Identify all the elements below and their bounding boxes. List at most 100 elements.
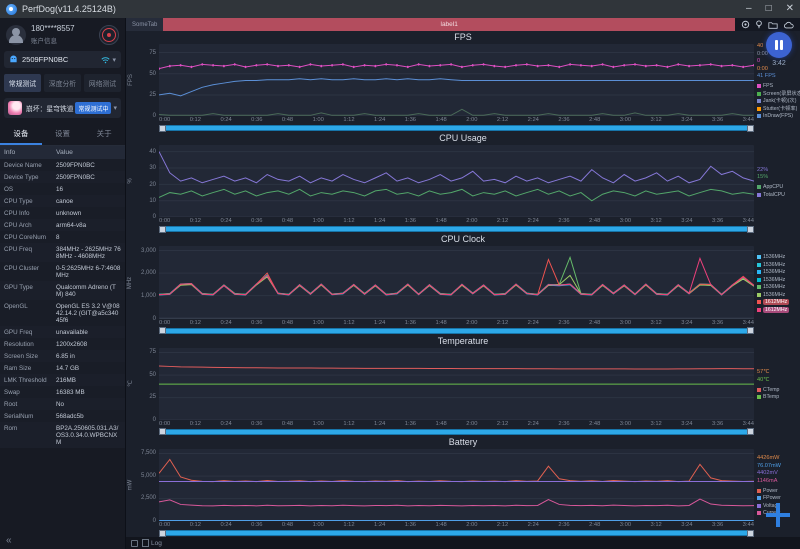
folder-icon[interactable] [768,21,778,29]
y-axis-label: MHz [127,276,134,289]
scroll-handle-left[interactable] [159,327,166,335]
chart-legend: AppCPU TotalCPU [757,184,798,198]
capture-overlay: 3:42 [763,32,795,67]
chart-title: CPU Clock [440,234,485,245]
elapsed-time: 3:42 [772,60,786,67]
tab-device[interactable]: 设备 [0,124,42,145]
device-info-table: Info Value Device Name 2509FPN0BC Device T… [0,146,125,549]
android-icon [10,55,17,63]
device-selector[interactable]: 2509FPN0BC ▾ [4,51,121,68]
app-selector[interactable]: 崩坏：星穹铁道 常规测试中 ▾ [4,98,121,118]
x-axis-ticks: 0:00 0:12 0:24 0:36 0:48 1:00 1:12 1:24 1:36 1:48… [159,319,754,326]
scroll-handle-left[interactable] [159,428,166,436]
minimize-button[interactable]: – [746,0,752,18]
log-tab[interactable]: Log [142,539,162,547]
tab-network-test[interactable]: 网络测试 [84,74,121,92]
scroll-bar[interactable] [166,226,747,233]
table-row: Device Type 2509FPN0BC [0,171,125,183]
y-axis-ticks: 0 25 50 75 [149,49,156,120]
fps-plot [159,44,754,117]
chart-panel-temperature: Temperature ℃ 0 25 50 75 0:00 0:12 0:24 0:36 0:… [126,335,800,436]
bulb-icon[interactable] [755,20,763,29]
legend-item[interactable]: TotalCPU [757,192,798,198]
scroll-bar[interactable] [166,125,747,132]
chart-legend-rail: 22% 15% AppCPU TotalCPU [754,145,800,233]
tab-about[interactable]: 关于 [83,124,125,145]
tab-settings[interactable]: 设置 [42,124,84,145]
legend-item[interactable]: Screen(录屏状态) [757,91,800,97]
table-row: LMK Threshold 216MB [0,374,125,386]
chart-scrollbar[interactable] [159,124,754,132]
user-avatar[interactable] [6,24,26,45]
scroll-handle-right[interactable] [747,327,754,335]
bottom-bar: Log [126,537,800,549]
maximize-button[interactable]: □ [766,0,772,18]
legend-item[interactable]: InDraw(FPS) [757,113,798,119]
y-axis-ticks: 0 10 20 30 40 [149,148,156,221]
legend-item[interactable]: 1612MHz [757,299,798,306]
current-values: 22% 15% [757,166,769,181]
chart-scrollbar[interactable] [159,327,754,335]
sidebar: 180****8557 账户信息 2509FPN0BC ▾ 常规测试 深度分析 … [0,18,126,549]
scroll-handle-right[interactable] [747,529,754,537]
scroll-handle-left[interactable] [159,225,166,233]
legend-item[interactable]: FPower [757,495,798,501]
chart-scrollbar[interactable] [159,529,754,537]
legend-item[interactable]: Power [757,488,798,494]
close-button[interactable]: ✕ [786,0,794,18]
legend-item[interactable]: 1612MHz [757,306,798,313]
current-values: 57℃ 40℃ [757,369,770,383]
legend-item[interactable]: CTemp [757,387,798,393]
chart-legend-rail: 57℃ 40℃ CTemp BTemp [754,348,800,436]
tab-some[interactable]: SomeTab [126,18,164,31]
scroll-handle-right[interactable] [747,124,754,132]
target-icon[interactable] [741,20,750,29]
record-button[interactable] [99,24,119,45]
tab-deep-analysis[interactable]: 深度分析 [44,74,81,92]
legend-item[interactable]: 1536MHz [757,277,798,283]
scroll-handle-right[interactable] [747,225,754,233]
chart-scrollbar[interactable] [159,428,754,436]
table-row: Resolution 1200x2608 [0,338,125,350]
legend-item[interactable]: AppCPU [757,184,798,190]
cloud-icon[interactable] [783,21,794,29]
scroll-bar[interactable] [166,428,747,435]
legend-item[interactable]: BTemp [757,394,798,400]
chart-scrollbar[interactable] [159,225,754,233]
table-row: Screen Size 6.85 in [0,350,125,362]
legend-item[interactable]: FPS [757,83,798,89]
legend-item[interactable]: 1536MHz [757,254,798,260]
tab-normal-test[interactable]: 常规测试 [4,74,41,92]
scroll-handle-right[interactable] [747,428,754,436]
scroll-bar[interactable] [166,530,747,537]
account-info-link[interactable]: 账户信息 [31,35,99,45]
legend-item[interactable]: 1536MHz [757,262,798,268]
legend-item[interactable]: 1536MHz [757,284,798,290]
y-axis-label: mW [127,479,134,491]
y-axis-label: % [127,178,134,184]
sidebar-collapse-button[interactable]: « [6,535,12,546]
legend-item[interactable]: 1536MHz [757,292,798,298]
pause-button[interactable] [766,32,792,58]
table-row: CPU Arch arm64-v8a [0,219,125,231]
scroll-handle-left[interactable] [159,529,166,537]
table-row: OpenGL OpenGL ES 3.2 V@0842.14.2 (GIT@a5c… [0,300,125,326]
table-row: Device Name 2509FPN0BC [0,159,125,171]
table-row: Root No [0,398,125,410]
legend-item[interactable]: 1536MHz [757,269,798,275]
chart-legend: CTemp BTemp [757,387,798,400]
chart-title: Battery [448,436,478,447]
scroll-bar[interactable] [166,327,747,334]
panel-toggle-icon[interactable] [131,539,138,547]
tab-label1-active[interactable]: label1 [163,18,735,31]
scroll-handle-left[interactable] [159,124,166,132]
title-bar: PerfDog(v11.4.25124B) – □ ✕ [0,0,800,18]
table-row: Swap 16383 MB [0,386,125,398]
table-row: GPU Type Qualcomm Adreno (TM) 840 [0,281,125,300]
info-tabs: 设备 设置 关于 [0,124,125,146]
chart-panel-cpu-clock: CPU Clock MHz 0 1,000 2,000 3,000 0:00 0:12 0… [126,233,800,335]
chart-legend-rail: 1536MHz 1536MHz 1536MHz 1536MHz 1536MHz 1536M… [754,246,800,334]
legend-item[interactable]: Stutter(卡顿率) [757,106,798,112]
add-chart-button[interactable] [766,503,790,527]
legend-item[interactable]: Jank(卡顿)(次) [757,98,798,104]
